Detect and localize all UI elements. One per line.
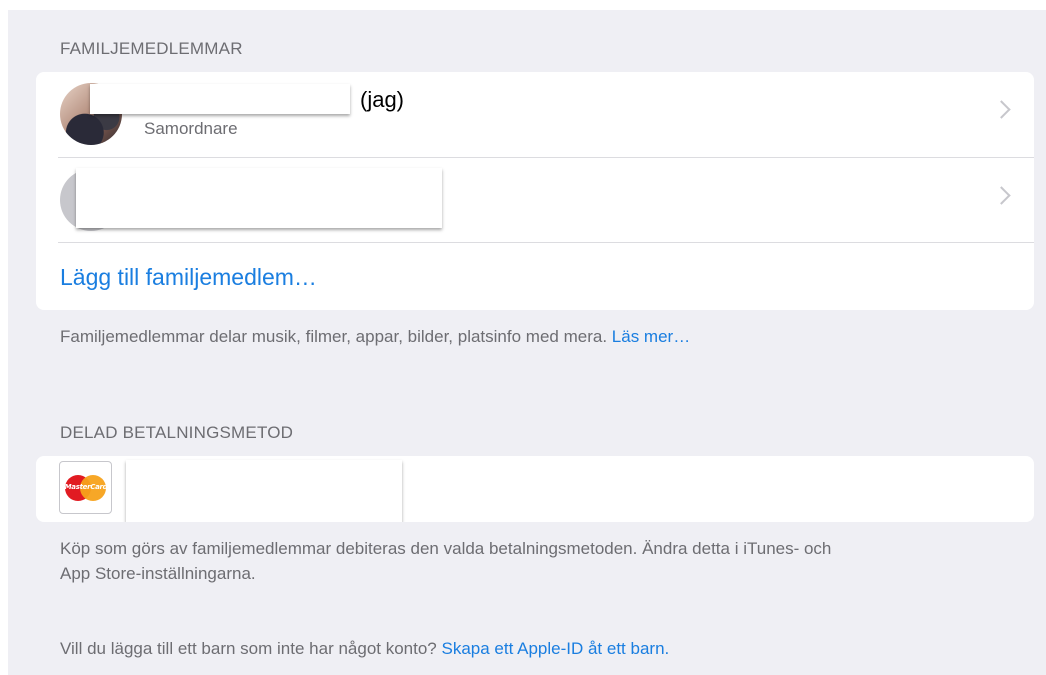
mastercard-logo-text: MasterCard bbox=[64, 483, 108, 491]
family-footnote-text: Familjemedlemmar delar musik, filmer, ap… bbox=[60, 327, 608, 346]
family-members-footnote: Familjemedlemmar delar musik, filmer, ap… bbox=[60, 324, 690, 349]
payment-method-group[interactable]: MasterCard bbox=[36, 456, 1034, 522]
member-role: Samordnare bbox=[144, 119, 238, 138]
chevron-right-icon bbox=[992, 100, 1011, 119]
payment-footnote-line1: Köp som görs av familjemedlemmar debiter… bbox=[60, 539, 832, 558]
redacted-card-details bbox=[126, 460, 402, 522]
family-sharing-page: FAMILJEMEDLEMMAR (jag) Samordnare Lägg t… bbox=[8, 10, 1046, 675]
payment-footnote: Köp som görs av familjemedlemmar debiter… bbox=[60, 536, 831, 586]
family-members-group: (jag) Samordnare Lägg till familjemedlem… bbox=[36, 72, 1034, 310]
mastercard-icon: MasterCard bbox=[59, 461, 112, 514]
family-member-row-2[interactable] bbox=[36, 158, 1034, 243]
shared-payment-header: DELAD BETALNINGSMETOD bbox=[60, 423, 294, 442]
redacted-name bbox=[76, 168, 442, 228]
child-question-text: Vill du lägga till ett barn som inte har… bbox=[60, 639, 437, 658]
payment-footnote-line2: App Store-inställningarna. bbox=[60, 564, 256, 583]
member-name-suffix: (jag) bbox=[360, 87, 405, 112]
redacted-name bbox=[90, 84, 350, 114]
child-account-footnote: Vill du lägga till ett barn som inte har… bbox=[60, 636, 669, 661]
chevron-right-icon bbox=[992, 186, 1011, 205]
add-family-member-row[interactable]: Lägg till familjemedlem… bbox=[36, 243, 1034, 310]
read-more-link[interactable]: Läs mer… bbox=[612, 327, 690, 346]
family-members-header: FAMILJEMEDLEMMAR bbox=[60, 39, 243, 58]
family-member-row-self[interactable]: (jag) Samordnare bbox=[36, 72, 1034, 157]
create-child-apple-id-link[interactable]: Skapa ett Apple-ID åt ett barn. bbox=[442, 639, 670, 658]
add-family-member-link[interactable]: Lägg till familjemedlem… bbox=[60, 264, 317, 291]
